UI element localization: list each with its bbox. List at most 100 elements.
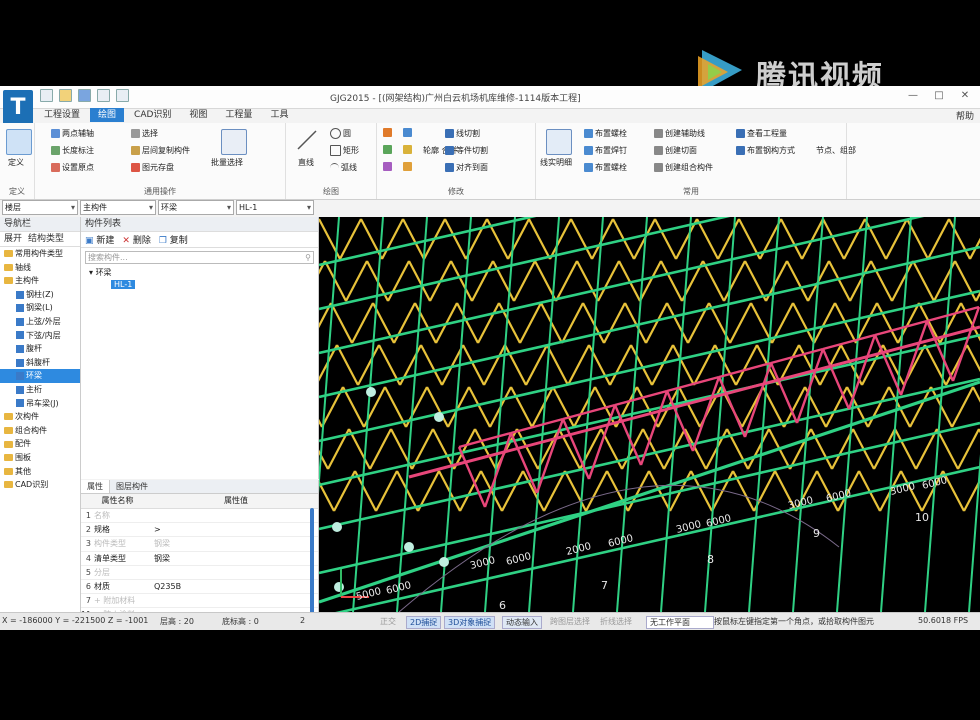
tree-root[interactable]: ▾ 环梁 [89, 267, 318, 278]
grid-chord[interactable] [319, 333, 980, 487]
place-steel-button[interactable]: 布置钢构方式 [736, 145, 795, 156]
upper-web-member[interactable] [597, 260, 620, 302]
menu-quantities[interactable]: 工程量 [217, 108, 260, 122]
property-row[interactable]: 3 构件类型 钢梁 [81, 537, 318, 552]
minimize-button[interactable]: — [902, 88, 924, 104]
ring-beam-diagonal[interactable] [743, 362, 773, 438]
upper-web-member[interactable] [729, 302, 752, 344]
upper-web-member[interactable] [825, 386, 848, 428]
upper-web-member[interactable] [972, 386, 980, 427]
upper-web-member[interactable] [319, 387, 323, 428]
upper-web-member[interactable] [636, 386, 659, 428]
upper-web-member[interactable] [723, 260, 746, 302]
ring-beam-chord[interactable] [718, 361, 772, 379]
upper-web-member[interactable] [894, 428, 917, 470]
trim-button[interactable] [403, 128, 412, 137]
nav-tree-item[interactable]: 钢柱(Z) [0, 288, 80, 302]
upper-web-member[interactable] [507, 218, 530, 260]
maximize-button[interactable]: □ [928, 88, 950, 104]
extend-button[interactable] [383, 128, 392, 137]
ring-beam-diagonal[interactable] [457, 446, 487, 508]
property-value[interactable]: > [154, 525, 318, 534]
upper-web-member[interactable] [402, 218, 425, 260]
upper-web-member[interactable] [684, 428, 707, 470]
delete-component-button[interactable]: ✕ 删除 [122, 233, 150, 246]
upper-web-member[interactable] [936, 428, 959, 470]
nav-tree-item[interactable]: 配件 [0, 437, 80, 451]
upper-web-member[interactable] [420, 344, 443, 386]
new-icon[interactable] [40, 89, 53, 102]
property-row[interactable]: 7 + 附加材料 [81, 594, 318, 609]
create-section-button[interactable]: 创建切面 [654, 145, 697, 156]
nav-tree-item[interactable]: 环梁 [0, 369, 80, 383]
place-bolt2-button[interactable]: 布置螺栓 [584, 162, 627, 173]
two-point-axis-button[interactable]: 两点辅轴 [51, 128, 94, 139]
nav-tree-item[interactable]: 钢梁(L) [0, 301, 80, 315]
upper-web-member[interactable] [678, 386, 701, 428]
node-button[interactable]: 节点、组部 [816, 145, 856, 156]
new-component-button[interactable]: ▣ 新建 [85, 233, 114, 246]
upper-web-member[interactable] [975, 261, 980, 302]
component-category-select[interactable]: 主构件 [80, 200, 156, 215]
snap-2d-toggle[interactable]: 2D捕捉 [406, 616, 442, 629]
upper-web-member[interactable] [408, 260, 431, 302]
upper-web-member[interactable] [735, 344, 758, 386]
batch-select-button[interactable]: 批量选择 [211, 157, 243, 168]
create-composite-button[interactable]: 创建组合构件 [654, 162, 713, 173]
align-button[interactable] [403, 145, 412, 154]
upper-web-member[interactable] [375, 470, 398, 512]
properties-scrollbar[interactable] [310, 508, 314, 618]
upper-web-member[interactable] [786, 260, 809, 302]
3d-viewport[interactable]: 5000 6000 3000 6000 2000 6000 3000 6000 3000 6000… [319, 217, 980, 612]
upper-web-member[interactable] [336, 344, 359, 386]
property-value[interactable]: 钢梁 [154, 538, 318, 549]
workplane-select[interactable]: 无工作平面 [646, 616, 714, 629]
upper-web-member[interactable] [957, 428, 980, 470]
upper-web-member[interactable] [319, 260, 326, 301]
upper-web-member[interactable] [501, 470, 524, 512]
break-button[interactable] [383, 162, 392, 171]
create-aux-line-button[interactable]: 创建辅助线 [654, 128, 705, 139]
upper-web-member[interactable] [885, 218, 908, 260]
tab-layer-components[interactable]: 图层构件 [110, 480, 154, 493]
upper-web-member[interactable] [609, 344, 632, 386]
property-value[interactable]: 钢梁 [154, 553, 318, 564]
ortho-toggle[interactable]: 正交 [380, 616, 396, 627]
undo-icon[interactable] [97, 89, 110, 102]
component-select[interactable]: HL-1 [236, 200, 314, 215]
upper-web-member[interactable] [525, 344, 548, 386]
upper-web-member[interactable] [927, 218, 950, 260]
equal-cut-button[interactable]: 等件切割 [445, 145, 488, 156]
upper-web-member[interactable] [513, 260, 536, 302]
upper-web-member[interactable] [603, 302, 626, 344]
nav-tree-item[interactable]: 主桁 [0, 383, 80, 397]
property-row[interactable]: 6 材质 Q235B [81, 580, 318, 595]
menu-help[interactable]: 帮助 [956, 109, 974, 122]
nav-tree-item[interactable]: 常用构件类型 [0, 247, 80, 261]
upper-web-member[interactable] [477, 302, 500, 344]
ring-beam-chord[interactable] [458, 431, 512, 449]
place-stud-button[interactable]: 布置焊钉 [584, 145, 627, 156]
property-row[interactable]: 4 清单类型 钢梁 [81, 552, 318, 566]
nav-tree-item[interactable]: 吊车梁(J) [0, 397, 80, 411]
nav-tree-item[interactable]: 腹杆 [0, 342, 80, 356]
structure-type-button[interactable]: 结构类型 [28, 232, 64, 246]
upper-web-member[interactable] [573, 386, 596, 428]
upper-web-member[interactable] [750, 302, 773, 344]
upper-web-member[interactable] [627, 470, 650, 512]
align-to-face-button[interactable]: 对齐到面 [445, 162, 488, 173]
property-row[interactable]: 2 规格 > [81, 523, 318, 538]
save-icon[interactable] [78, 89, 91, 102]
app-logo[interactable]: T [3, 90, 33, 126]
expand-button[interactable]: 展开 [4, 232, 22, 246]
circle-button[interactable]: 圆 [330, 128, 351, 139]
component-search-input[interactable]: 搜索构件... ⚲ [85, 251, 314, 264]
nav-tree-item[interactable]: 围板 [0, 451, 80, 465]
upper-web-member[interactable] [843, 218, 866, 260]
node-sphere[interactable] [332, 522, 342, 532]
ring-beam-chord[interactable] [822, 333, 876, 351]
truss-3d-model[interactable]: 5000 60003000 60002000 60003000 60003000 6000… [319, 217, 980, 612]
cross-layer-select-toggle[interactable]: 跨图层选择 [550, 616, 590, 627]
component-type-select[interactable]: 环梁 [158, 200, 234, 215]
snap-3d-toggle[interactable]: 3D对象捕捉 [444, 616, 496, 629]
